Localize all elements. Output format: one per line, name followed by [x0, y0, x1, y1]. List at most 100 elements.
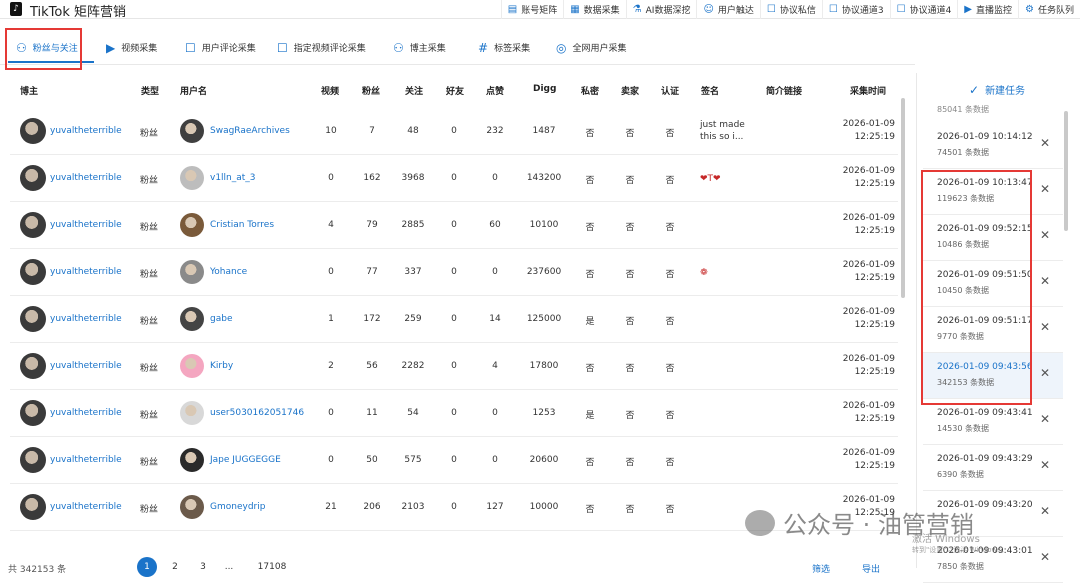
table-row[interactable]: yuvaltheterrible 粉丝 Cristian Torres 4 79 2885… — [10, 202, 898, 249]
likes-count-cell: 14 — [489, 314, 501, 324]
tab-user-comment[interactable]: ☐ 用户评论采集 — [185, 30, 256, 65]
username-link[interactable]: Gmoneydrip — [210, 502, 265, 512]
blogger-link[interactable]: yuvaltheterrible — [50, 126, 122, 136]
likes-count-cell: 232 — [486, 126, 504, 136]
seller-cell: 否 — [625, 364, 635, 374]
table-row[interactable]: yuvaltheterrible 粉丝 Yohance 0 77 337 0 0 237600 否… — [10, 249, 898, 296]
blogger-link[interactable]: yuvaltheterrible — [50, 267, 122, 277]
verified-cell: 否 — [665, 270, 675, 280]
topnav-item-3[interactable]: ☺ 用户触达 — [696, 0, 759, 19]
signature-cell: just made this so i... — [700, 120, 745, 142]
type-cell: 粉丝 — [140, 270, 159, 280]
username-link[interactable]: gabe — [210, 314, 232, 324]
col-username: 用户名 — [180, 87, 208, 97]
page-3-button[interactable]: 3 — [193, 557, 213, 577]
tab-blogger[interactable]: ⚇ 博主采集 — [393, 30, 446, 65]
user-avatar — [180, 213, 204, 237]
close-icon[interactable]: ✕ — [1040, 550, 1050, 564]
close-icon[interactable]: ✕ — [1040, 228, 1050, 242]
table-row[interactable]: yuvaltheterrible 粉丝 user5030162051746 0 11 54… — [10, 390, 898, 437]
blogger-link[interactable]: yuvaltheterrible — [50, 173, 122, 183]
blogger-avatar — [20, 353, 46, 379]
blogger-link[interactable]: yuvaltheterrible — [50, 455, 122, 465]
topnav-item-7[interactable]: ▶ 直播监控 — [957, 0, 1018, 19]
topnav-item-4[interactable]: ☐ 协议私信 — [759, 0, 822, 19]
username-link[interactable]: SwagRaeArchives — [210, 126, 290, 136]
task-item[interactable]: 2026-01-09 09:43:41 14530 条数据 ✕ — [923, 399, 1063, 445]
topnav-item-8[interactable]: ⚙ 任务队列 — [1018, 0, 1080, 19]
close-icon[interactable]: ✕ — [1040, 182, 1050, 196]
task-item[interactable]: 2026-01-09 10:14:12 74501 条数据 ✕ — [923, 123, 1063, 169]
col-verified: 认证 — [661, 87, 680, 97]
username-link[interactable]: Kirby — [210, 361, 233, 371]
digg-count-cell: 17800 — [529, 361, 559, 371]
table-scrollbar[interactable] — [901, 98, 905, 298]
table-row[interactable]: yuvaltheterrible 粉丝 Jape JUGGEGGE 0 50 575 0 0 2… — [10, 437, 898, 484]
users-icon: ⚇ — [393, 40, 404, 55]
task-panel-scrollbar[interactable] — [1064, 111, 1068, 231]
col-seller: 卖家 — [621, 87, 640, 97]
verified-cell: 否 — [665, 176, 675, 186]
blogger-link[interactable]: yuvaltheterrible — [50, 408, 122, 418]
close-icon[interactable]: ✕ — [1040, 366, 1050, 380]
table-row[interactable]: yuvaltheterrible 粉丝 gabe 1 172 259 0 14 125000 是 否… — [10, 296, 898, 343]
user-avatar — [180, 119, 204, 143]
tab-hashtag[interactable]: # 标签采集 — [478, 30, 530, 65]
page-last-button[interactable]: 17108 — [255, 557, 289, 577]
topnav-item-6[interactable]: ☐ 协议通道4 — [889, 0, 958, 19]
verified-cell: 否 — [665, 505, 675, 515]
blogger-avatar — [20, 400, 46, 426]
blogger-link[interactable]: yuvaltheterrible — [50, 502, 122, 512]
blogger-avatar — [20, 494, 46, 520]
username-link[interactable]: v1lln_at_3 — [210, 173, 256, 183]
blogger-link[interactable]: yuvaltheterrible — [50, 220, 122, 230]
chat-icon: ☐ — [828, 4, 838, 15]
video-count-cell: 0 — [328, 455, 334, 465]
video-count-cell: 2 — [328, 361, 334, 371]
table-row[interactable]: yuvaltheterrible 粉丝 v1lln_at_3 0 162 3968 0 0 14… — [10, 155, 898, 202]
page-2-button[interactable]: 2 — [165, 557, 185, 577]
table-row[interactable]: yuvaltheterrible 粉丝 Kirby 2 56 2282 0 4 17800 否 否 否… — [10, 343, 898, 390]
username-link[interactable]: Jape JUGGEGGE — [210, 455, 281, 465]
highlight-box-tab — [5, 28, 82, 70]
new-task-button[interactable]: ✓ 新建任务 — [969, 82, 1025, 98]
close-icon[interactable]: ✕ — [1040, 136, 1050, 150]
close-icon[interactable]: ✕ — [1040, 412, 1050, 426]
friend-count-cell: 0 — [451, 220, 457, 230]
digg-count-cell: 20600 — [529, 455, 559, 465]
collect-time-cell: 2026-01-09 12:25:19 — [842, 260, 895, 283]
fans-count-cell: 79 — [366, 220, 378, 230]
task-item[interactable]: 2026-01-09 09:43:29 6390 条数据 ✕ — [923, 445, 1063, 491]
digg-count-cell: 143200 — [526, 173, 562, 183]
page-1-button[interactable]: 1 — [137, 557, 157, 577]
close-icon[interactable]: ✕ — [1040, 320, 1050, 334]
tab-video-comment[interactable]: ☐ 指定视频评论采集 — [277, 30, 366, 65]
topnav-item-0[interactable]: ▤ 账号矩阵 — [500, 0, 563, 19]
username-link[interactable]: Cristian Torres — [210, 220, 274, 230]
blogger-link[interactable]: yuvaltheterrible — [50, 314, 122, 324]
topnav-item-5[interactable]: ☐ 协议通道3 — [821, 0, 890, 19]
tab-video[interactable]: ▶ 视频采集 — [106, 30, 157, 65]
table-row[interactable]: yuvaltheterrible 粉丝 SwagRaeArchives 10 7 48 0 2… — [10, 108, 898, 155]
topnav-item-1[interactable]: ▦ 数据采集 — [563, 0, 625, 19]
tab-global-user[interactable]: ◎ 全网用户采集 — [556, 30, 627, 65]
digg-count-cell: 237600 — [526, 267, 562, 277]
private-cell: 是 — [585, 317, 595, 327]
close-icon[interactable]: ✕ — [1040, 274, 1050, 288]
private-cell: 否 — [585, 505, 595, 515]
export-button[interactable]: 导出 — [862, 562, 880, 575]
verified-cell: 否 — [665, 317, 675, 327]
username-link[interactable]: Yohance — [210, 267, 247, 277]
task-time: 2026-01-09 10:14:12 — [937, 132, 1033, 142]
follow-count-cell: 2282 — [401, 361, 425, 371]
close-icon[interactable]: ✕ — [1040, 504, 1050, 518]
username-link[interactable]: user5030162051746 — [210, 408, 304, 418]
blogger-link[interactable]: yuvaltheterrible — [50, 361, 122, 371]
digg-count-cell: 10000 — [529, 502, 559, 512]
page-ellipsis: ... — [224, 562, 234, 572]
filter-button[interactable]: 筛选 — [812, 562, 830, 575]
video-icon: ▶ — [964, 4, 972, 15]
close-icon[interactable]: ✕ — [1040, 458, 1050, 472]
friend-count-cell: 0 — [451, 173, 457, 183]
topnav-item-2[interactable]: ⚗ AI数据深挖 — [625, 0, 697, 19]
